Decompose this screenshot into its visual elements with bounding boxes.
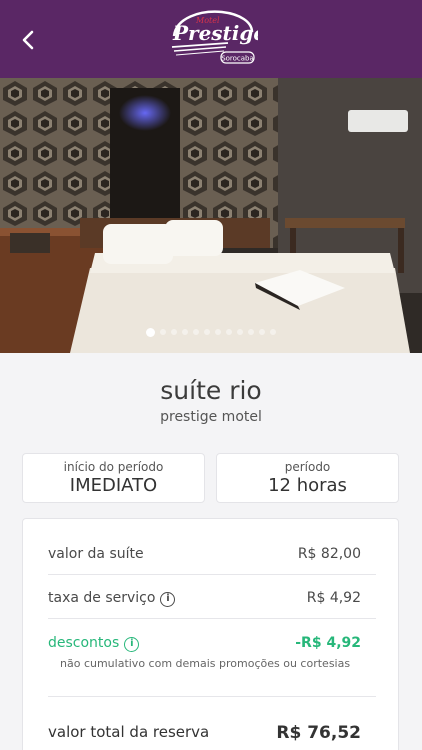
- logo-graphic: Motel Prestige Sorocaba: [171, 10, 266, 64]
- divider: [48, 574, 376, 575]
- top-bar: Motel Prestige Sorocaba: [0, 0, 422, 78]
- total-label: valor total da reserva: [48, 723, 210, 741]
- total-amount: R$ 76,52: [276, 723, 361, 743]
- carousel-dot[interactable]: [193, 329, 199, 335]
- chevron-left-icon: [22, 30, 34, 50]
- discount-row: descontos i -R$ 4,92: [48, 635, 376, 652]
- motel-logo: Motel Prestige Sorocaba: [166, 6, 266, 68]
- discount-amount: -R$ 4,92: [295, 635, 361, 651]
- divider: [48, 696, 376, 697]
- logo-brand-text: Prestige: [172, 21, 258, 45]
- logo-city-text: Sorocaba: [221, 55, 254, 63]
- info-icon[interactable]: i: [160, 592, 176, 607]
- discount-label: descontos: [48, 635, 120, 651]
- service-fee-label: taxa de serviço: [48, 590, 156, 606]
- suite-photo-carousel[interactable]: [0, 78, 422, 353]
- pricing-card: valor da suíte R$ 82,00 taxa de serviço i…: [22, 518, 399, 750]
- period-start-card[interactable]: início do período IMEDIATO: [22, 453, 205, 503]
- back-button[interactable]: [12, 24, 44, 56]
- suite-value-amount: R$ 82,00: [297, 546, 361, 562]
- suite-name: suíte rio: [160, 376, 262, 405]
- carousel-dot[interactable]: [160, 329, 166, 335]
- motel-name: prestige motel: [160, 409, 262, 425]
- service-fee-row: taxa de serviço i R$ 4,92: [48, 590, 376, 607]
- divider: [48, 618, 376, 619]
- carousel-dot[interactable]: [171, 329, 177, 335]
- service-fee-amount: R$ 4,92: [306, 590, 361, 606]
- suite-value-label: valor da suíte: [48, 546, 144, 562]
- carousel-dot[interactable]: [237, 329, 243, 335]
- period-value: 12 horas: [268, 475, 347, 496]
- carousel-dot[interactable]: [204, 329, 210, 335]
- carousel-dot[interactable]: [215, 329, 221, 335]
- period-start-label: início do período: [63, 460, 164, 474]
- total-row: valor total da reserva R$ 76,52: [48, 723, 376, 743]
- period-label: período: [284, 460, 331, 474]
- suite-value-row: valor da suíte R$ 82,00: [48, 546, 376, 562]
- discount-note: não cumulativo com demais promoções ou c…: [60, 657, 351, 670]
- carousel-dot[interactable]: [270, 329, 276, 335]
- carousel-dot[interactable]: [146, 327, 155, 337]
- period-start-value: IMEDIATO: [69, 475, 158, 496]
- period-card[interactable]: período 12 horas: [216, 453, 399, 503]
- suite-photo: [0, 78, 422, 353]
- info-icon[interactable]: i: [124, 637, 140, 652]
- carousel-dot[interactable]: [226, 329, 232, 335]
- carousel-dot[interactable]: [248, 329, 254, 335]
- carousel-dot[interactable]: [259, 329, 265, 335]
- carousel-indicator: [0, 326, 422, 338]
- carousel-dot[interactable]: [182, 329, 188, 335]
